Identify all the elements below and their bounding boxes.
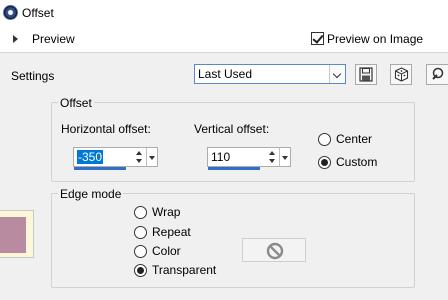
edge-color-swatch bbox=[242, 238, 306, 262]
spin-down-icon[interactable] bbox=[269, 159, 275, 163]
spin-down-icon[interactable] bbox=[136, 159, 142, 163]
chevron-down-icon[interactable] bbox=[329, 65, 345, 83]
horizontal-offset-label: Horizontal offset: bbox=[61, 122, 151, 136]
randomize-button[interactable] bbox=[390, 64, 412, 85]
dice-icon bbox=[394, 67, 409, 82]
app-icon bbox=[3, 5, 18, 20]
horizontal-offset-slider[interactable] bbox=[74, 167, 126, 170]
horizontal-offset-spinner[interactable] bbox=[134, 148, 144, 166]
reset-icon bbox=[432, 67, 444, 80]
floppy-disk-icon bbox=[359, 67, 373, 82]
settings-label: Settings bbox=[11, 69, 55, 83]
transparent-label[interactable]: Transparent bbox=[152, 263, 216, 277]
horizontal-offset-field[interactable]: -350 bbox=[73, 147, 158, 170]
preview-thumbnail[interactable] bbox=[0, 210, 34, 258]
vertical-offset-value[interactable]: 110 bbox=[211, 150, 230, 164]
title-bar: Offset bbox=[0, 0, 448, 27]
offset-group-title: Offset bbox=[58, 96, 94, 110]
spin-up-icon[interactable] bbox=[269, 151, 275, 155]
window-title: Offset bbox=[22, 6, 54, 20]
thumbnail-image bbox=[0, 217, 26, 253]
transparent-radio[interactable] bbox=[134, 264, 147, 277]
vertical-offset-spinner[interactable] bbox=[267, 148, 277, 166]
preview-on-image-label[interactable]: Preview on Image bbox=[327, 32, 423, 46]
vertical-offset-field[interactable]: 110 bbox=[207, 147, 291, 170]
color-radio[interactable] bbox=[134, 245, 147, 258]
repeat-label[interactable]: Repeat bbox=[152, 225, 191, 239]
preview-toggle[interactable]: Preview bbox=[32, 32, 75, 46]
reset-button[interactable] bbox=[426, 64, 448, 85]
vertical-offset-dropdown[interactable] bbox=[279, 148, 289, 166]
horizontal-offset-dropdown[interactable] bbox=[146, 148, 156, 166]
no-color-icon bbox=[266, 242, 284, 260]
preset-dropdown[interactable]: Last Used bbox=[194, 64, 346, 84]
custom-label[interactable]: Custom bbox=[336, 155, 377, 169]
vertical-offset-slider[interactable] bbox=[208, 167, 260, 170]
vertical-offset-label: Vertical offset: bbox=[194, 122, 270, 136]
custom-radio[interactable] bbox=[318, 156, 331, 169]
save-preset-button[interactable] bbox=[355, 64, 377, 85]
edge-mode-group-title: Edge mode bbox=[58, 187, 124, 201]
wrap-label[interactable]: Wrap bbox=[152, 205, 180, 219]
center-radio[interactable] bbox=[318, 133, 331, 146]
color-label[interactable]: Color bbox=[152, 244, 181, 258]
horizontal-offset-value[interactable]: -350 bbox=[77, 150, 104, 164]
preview-on-image-checkbox[interactable] bbox=[311, 32, 324, 45]
center-label[interactable]: Center bbox=[336, 132, 372, 146]
preset-value: Last Used bbox=[198, 67, 253, 81]
expand-preview-icon[interactable] bbox=[13, 35, 18, 43]
repeat-radio[interactable] bbox=[134, 226, 147, 239]
spin-up-icon[interactable] bbox=[136, 151, 142, 155]
edge-mode-group bbox=[51, 193, 415, 288]
wrap-radio[interactable] bbox=[134, 206, 147, 219]
preview-bar: Preview Preview on Image bbox=[0, 27, 448, 53]
